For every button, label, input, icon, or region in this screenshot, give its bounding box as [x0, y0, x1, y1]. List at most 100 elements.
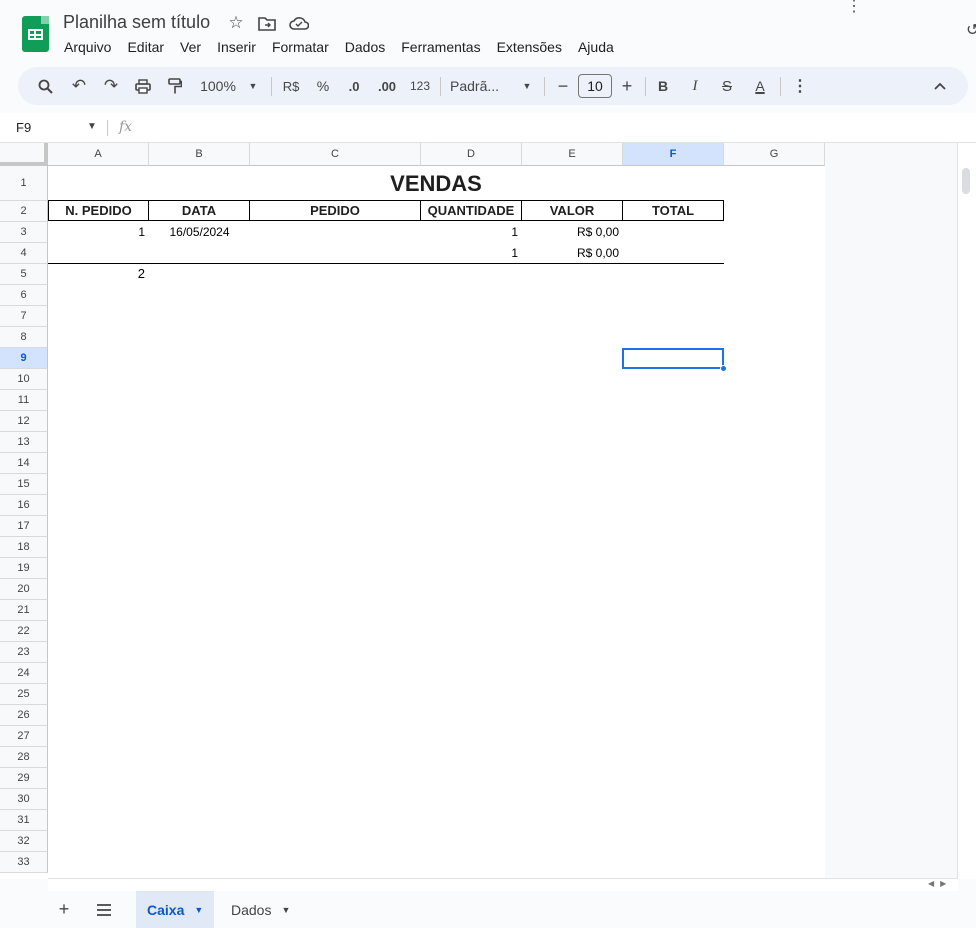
- row-header-25[interactable]: 25: [0, 684, 48, 705]
- row-header-20[interactable]: 20: [0, 579, 48, 600]
- cloud-saved-icon[interactable]: [289, 13, 309, 33]
- name-box-chevron-down-icon[interactable]: ▼: [87, 121, 97, 132]
- row-header-31[interactable]: 31: [0, 810, 48, 831]
- all-sheets-menu-icon[interactable]: [93, 891, 115, 928]
- row-header-33[interactable]: 33: [0, 852, 48, 873]
- row-header-18[interactable]: 18: [0, 537, 48, 558]
- column-header-c[interactable]: C: [250, 143, 421, 166]
- menu-editar[interactable]: Editar: [127, 39, 164, 55]
- row-header-27[interactable]: 27: [0, 726, 48, 747]
- increase-font-size-icon[interactable]: +: [617, 67, 637, 105]
- percent-format-button[interactable]: %: [312, 67, 334, 105]
- font-chevron-down-icon[interactable]: ▼: [520, 67, 534, 105]
- strikethrough-icon[interactable]: S: [716, 67, 738, 105]
- cell-a5[interactable]: 2: [48, 263, 149, 284]
- decrease-font-size-icon[interactable]: −: [553, 67, 573, 105]
- row-header-23[interactable]: 23: [0, 642, 48, 663]
- menu-inserir[interactable]: Inserir: [217, 39, 256, 55]
- row-header-29[interactable]: 29: [0, 768, 48, 789]
- menu-ver[interactable]: Ver: [180, 39, 201, 55]
- cell-a3[interactable]: 1: [48, 221, 149, 242]
- column-header-d[interactable]: D: [421, 143, 522, 166]
- sheet-tab-dados[interactable]: Dados ▼: [220, 891, 301, 928]
- cell-d3[interactable]: 1: [421, 221, 522, 242]
- fill-handle[interactable]: [720, 365, 727, 372]
- name-box[interactable]: F9: [16, 120, 31, 135]
- sheet-tab-chevron-down-icon[interactable]: ▼: [281, 905, 290, 915]
- row-header-16[interactable]: 16: [0, 495, 48, 516]
- row-header-12[interactable]: 12: [0, 411, 48, 432]
- row-header-24[interactable]: 24: [0, 663, 48, 684]
- row-header-10[interactable]: 10: [0, 369, 48, 390]
- selected-cell-f9[interactable]: [622, 348, 724, 369]
- row-header-8[interactable]: 8: [0, 327, 48, 348]
- scroll-arrows-icon[interactable]: ◀▶: [928, 879, 952, 888]
- cell-d4[interactable]: 1: [421, 242, 522, 263]
- row-header-21[interactable]: 21: [0, 600, 48, 621]
- column-header-a[interactable]: A: [48, 143, 149, 166]
- header-cell-total[interactable]: TOTAL: [622, 200, 724, 221]
- menu-dados[interactable]: Dados: [345, 39, 385, 55]
- row-header-6[interactable]: 6: [0, 285, 48, 306]
- decrease-decimal-button[interactable]: .0: [343, 67, 365, 105]
- row-header-3[interactable]: 3: [0, 222, 48, 243]
- row-header-7[interactable]: 7: [0, 306, 48, 327]
- font-size-input[interactable]: 10: [578, 74, 612, 98]
- row-header-22[interactable]: 22: [0, 621, 48, 642]
- row-header-13[interactable]: 13: [0, 432, 48, 453]
- header-cell-data[interactable]: DATA: [148, 200, 250, 221]
- row-header-2[interactable]: 2: [0, 201, 48, 222]
- row-header-30[interactable]: 30: [0, 789, 48, 810]
- menu-extensoes[interactable]: Extensões: [497, 39, 562, 55]
- row-header-11[interactable]: 11: [0, 390, 48, 411]
- row-header-28[interactable]: 28: [0, 747, 48, 768]
- menu-arquivo[interactable]: Arquivo: [64, 39, 111, 55]
- more-tools-icon[interactable]: ⋮: [790, 67, 810, 105]
- column-header-b[interactable]: B: [149, 143, 250, 166]
- column-header-e[interactable]: E: [522, 143, 623, 166]
- bold-button[interactable]: B: [652, 67, 674, 105]
- paint-format-icon[interactable]: [164, 67, 186, 105]
- header-cell-pedido[interactable]: PEDIDO: [249, 200, 421, 221]
- cell-e4[interactable]: R$ 0,00: [522, 242, 623, 263]
- row-header-5[interactable]: 5: [0, 264, 48, 285]
- font-family-select[interactable]: Padrã...: [450, 67, 510, 105]
- row-header-9[interactable]: 9: [0, 348, 48, 369]
- zoom-select[interactable]: 100%: [196, 67, 240, 105]
- text-color-button[interactable]: A: [749, 67, 771, 105]
- cell-e3[interactable]: R$ 0,00: [522, 221, 623, 242]
- sheet-tab-caixa[interactable]: Caixa ▼: [136, 891, 215, 928]
- italic-button[interactable]: I: [684, 67, 706, 105]
- collapse-menus-chevron-up-icon[interactable]: [930, 67, 950, 105]
- row-header-14[interactable]: 14: [0, 453, 48, 474]
- header-cell-quantidade[interactable]: QUANTIDADE: [420, 200, 522, 221]
- menu-ajuda[interactable]: Ajuda: [578, 39, 614, 55]
- row-header-32[interactable]: 32: [0, 831, 48, 852]
- sheet-tab-chevron-down-icon[interactable]: ▼: [194, 905, 203, 915]
- horizontal-scrollbar[interactable]: [48, 878, 958, 891]
- history-icon[interactable]: ↺: [966, 20, 976, 40]
- row-header-26[interactable]: 26: [0, 705, 48, 726]
- select-all-corner[interactable]: [0, 143, 48, 166]
- cell-b3[interactable]: 16/05/2024: [149, 221, 250, 242]
- sheets-logo-icon[interactable]: [22, 16, 49, 52]
- undo-icon[interactable]: ↶: [68, 67, 90, 105]
- sheet-title-cell[interactable]: VENDAS: [48, 166, 824, 201]
- move-folder-icon[interactable]: [257, 13, 277, 33]
- document-title[interactable]: Planilha sem título: [63, 12, 210, 33]
- menu-ferramentas[interactable]: Ferramentas: [401, 39, 480, 55]
- header-cell-valor[interactable]: VALOR: [521, 200, 623, 221]
- row-header-17[interactable]: 17: [0, 516, 48, 537]
- row-header-4[interactable]: 4: [0, 243, 48, 264]
- vertical-scrollbar-thumb[interactable]: [962, 168, 970, 194]
- increase-decimal-button[interactable]: .00: [374, 67, 400, 105]
- zoom-chevron-down-icon[interactable]: ▼: [246, 67, 260, 105]
- row-header-19[interactable]: 19: [0, 558, 48, 579]
- column-header-f[interactable]: F: [623, 143, 724, 166]
- more-formats-button[interactable]: 123: [408, 67, 432, 105]
- search-menus-icon[interactable]: [34, 67, 56, 105]
- menu-formatar[interactable]: Formatar: [272, 39, 329, 55]
- currency-format-button[interactable]: R$: [280, 67, 302, 105]
- sheet-grid[interactable]: A B C D E F G 1 2 3 4 5 6 7 8 9 10 11 12 13 14 15 16 17 1…: [0, 143, 976, 879]
- more-options-icon[interactable]: ⋮: [846, 0, 862, 16]
